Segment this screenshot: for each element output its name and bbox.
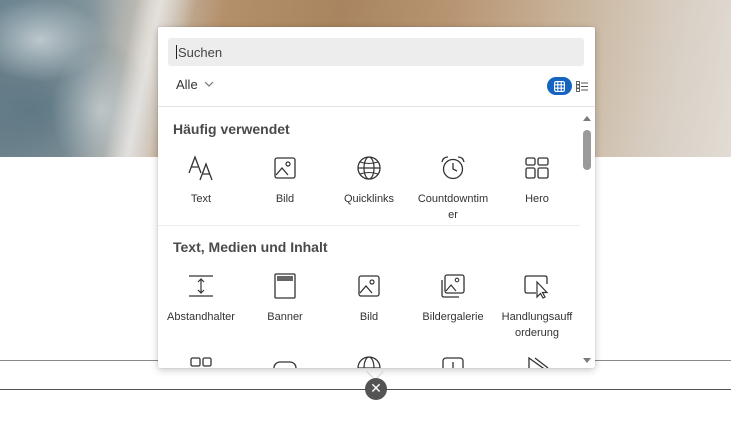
webpart-list: Häufig verwendet Text Bild Quicklinks Co… bbox=[158, 107, 580, 368]
scrollbar-thumb[interactable] bbox=[583, 130, 591, 170]
grid-view-icon bbox=[554, 80, 565, 92]
image-icon bbox=[243, 153, 327, 183]
webpart-tile-hero[interactable]: Hero bbox=[495, 153, 579, 207]
call-to-action-icon bbox=[495, 271, 579, 301]
chevron-down-icon bbox=[204, 81, 214, 88]
webpart-tile-spacer[interactable]: Abstandhalter bbox=[159, 271, 243, 325]
globe-icon bbox=[327, 153, 411, 183]
filter-label: Alle bbox=[176, 76, 198, 92]
webpart-label: Bild bbox=[275, 193, 295, 205]
webpart-label: Bildergalerie bbox=[422, 311, 484, 323]
webpart-tile-partial[interactable] bbox=[411, 353, 495, 368]
webpart-tile-text[interactable]: Text bbox=[159, 153, 243, 207]
webpart-tile-banner[interactable]: Banner bbox=[243, 271, 327, 325]
webpart-toolbox-panel: Suchen Alle Häufig verwendet Text Bild Q… bbox=[158, 27, 595, 368]
link-icon bbox=[243, 353, 327, 368]
search-placeholder: Suchen bbox=[178, 44, 223, 60]
scrollbar[interactable] bbox=[581, 113, 593, 365]
close-icon: ✕ bbox=[370, 381, 382, 397]
grid-view-button[interactable] bbox=[547, 77, 572, 95]
webpart-tile-image[interactable]: Bild bbox=[243, 153, 327, 207]
webpart-tile-partial[interactable] bbox=[243, 353, 327, 368]
webpart-label: Hero bbox=[525, 193, 549, 205]
section-separator bbox=[158, 225, 580, 226]
webpart-tile-partial[interactable] bbox=[159, 353, 243, 368]
webpart-label: Bild bbox=[359, 311, 379, 323]
layout-icon bbox=[159, 353, 243, 368]
webpart-label: Text bbox=[190, 193, 212, 205]
text-caret bbox=[176, 45, 177, 59]
hero-layout-icon bbox=[495, 153, 579, 183]
webpart-tile-image-gallery[interactable]: Bildergalerie bbox=[411, 271, 495, 325]
text-icon bbox=[159, 153, 243, 183]
webpart-tile-call-to-action[interactable]: Handlungsaufforderung bbox=[495, 271, 579, 341]
webpart-label: Handlungsaufforderung bbox=[501, 311, 573, 339]
globe-icon bbox=[327, 353, 411, 368]
alarm-clock-icon bbox=[411, 153, 495, 183]
webpart-label: Countdowntimer bbox=[417, 193, 489, 221]
category-filter-dropdown[interactable]: Alle bbox=[176, 75, 214, 93]
webpart-tile-image-2[interactable]: Bild bbox=[327, 271, 411, 325]
scroll-up-arrow-icon[interactable] bbox=[583, 116, 591, 121]
webpart-tile-partial[interactable] bbox=[327, 353, 411, 368]
page: ✕ Suchen Alle Häufig verwendet Text Bild… bbox=[0, 0, 731, 437]
clock-icon bbox=[411, 353, 495, 368]
webpart-label: Quicklinks bbox=[343, 193, 395, 205]
search-input[interactable]: Suchen bbox=[168, 38, 584, 66]
webpart-label: Abstandhalter bbox=[167, 311, 235, 323]
webpart-label: Banner bbox=[267, 311, 303, 323]
section-title-text-media-content: Text, Medien und Inhalt bbox=[173, 239, 328, 255]
section-title-frequently-used: Häufig verwendet bbox=[173, 121, 290, 137]
list-view-button[interactable] bbox=[575, 79, 589, 93]
view-toggle bbox=[547, 77, 589, 95]
close-toolbox-button[interactable]: ✕ bbox=[365, 378, 387, 400]
image-gallery-icon bbox=[411, 271, 495, 301]
webpart-tile-quicklinks[interactable]: Quicklinks bbox=[327, 153, 411, 207]
scroll-down-arrow-icon[interactable] bbox=[583, 358, 591, 363]
image-icon bbox=[327, 271, 411, 301]
list-view-icon bbox=[576, 80, 588, 92]
webpart-tile-countdown[interactable]: Countdowntimer bbox=[411, 153, 495, 223]
banner-icon bbox=[243, 271, 327, 301]
play-icon bbox=[495, 353, 579, 368]
spacer-icon bbox=[159, 271, 243, 301]
webpart-tile-partial[interactable] bbox=[495, 353, 579, 368]
